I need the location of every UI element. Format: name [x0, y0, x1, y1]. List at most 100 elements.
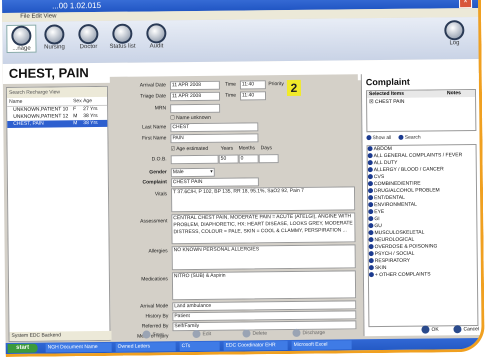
assessment-field[interactable]: CENTRAL CHEST PAIN, MODERATE PAIN = ACUT…: [171, 212, 356, 245]
bullet-icon: [368, 195, 374, 201]
cancel-button[interactable]: Cancel: [453, 325, 480, 334]
delete-icon: [242, 329, 251, 338]
complaint-item-label: ABDOM: [373, 145, 392, 153]
mrn-field[interactable]: [170, 103, 221, 114]
taskbar-item[interactable]: NGH Document Name: [45, 342, 112, 353]
days-field[interactable]: [258, 154, 279, 164]
triage-date-field[interactable]: 11 APR 2008: [169, 91, 221, 102]
complaint-item[interactable]: + OTHER COMPLAINTS: [368, 271, 477, 279]
selected-item[interactable]: ☒ CHEST PAIN: [367, 97, 475, 106]
delete-button[interactable]: Delete: [242, 329, 267, 338]
age-estimated-checkbox[interactable]: ☑ Age estimated: [171, 146, 209, 152]
status-list-label: Status list: [109, 43, 136, 50]
first-name-field[interactable]: PAIN: [170, 133, 259, 144]
bullet-icon: [368, 258, 374, 264]
selected-items-label: Selected Items: [368, 90, 405, 98]
triage-icon: [11, 25, 32, 46]
discharge-icon: [292, 328, 301, 337]
complaint-label: Complaint: [142, 179, 167, 186]
mrn-label: MRN: [154, 105, 167, 112]
show-all-label[interactable]: Show all: [372, 135, 391, 141]
complaint-item-label: PSYCH / SOCIAL: [374, 250, 415, 258]
nursing-label: Nursing: [44, 44, 65, 51]
bullet-icon: [367, 188, 374, 194]
dob-field[interactable]: [170, 154, 219, 165]
close-icon[interactable]: ×: [458, 0, 473, 9]
taskbar-item[interactable]: Owned Letters: [115, 342, 176, 352]
complaint-item-label: ALLERGY / BLOOD / CANCER: [373, 166, 444, 174]
bullet-icon: [368, 230, 374, 236]
arrival-date-field[interactable]: 11 APR 2008: [169, 80, 220, 91]
main-toolbar: ...nage Nursing Doctor Status list Audit…: [2, 17, 479, 64]
search-icon[interactable]: [398, 134, 404, 141]
bullet-icon: [368, 251, 374, 257]
priority-badge[interactable]: 2: [286, 79, 302, 97]
header-name[interactable]: Name: [9, 97, 73, 106]
taskbar-item[interactable]: CTs: [179, 341, 220, 352]
complaint-item-label: CVS: [373, 174, 385, 181]
audit-button[interactable]: Audit: [142, 23, 170, 49]
start-button[interactable]: start: [7, 343, 38, 353]
triage-date-label: Triage Date: [140, 93, 167, 100]
gender-select[interactable]: Male ▾: [170, 167, 215, 178]
complaint-filter: Show all Search: [366, 133, 474, 143]
window-title: ...00 1.02.015: [52, 0, 102, 11]
discharge-button[interactable]: Discharge: [292, 328, 326, 337]
triage-button[interactable]: ...nage: [6, 24, 37, 53]
complaint-item-label: ENVIRONMENTAL: [374, 201, 417, 209]
complaint-item-label: OVERDOSE & POISONING: [374, 243, 438, 251]
patient-row-selected[interactable]: CHEST, PAIN M 38 Yrs: [7, 119, 108, 128]
complaint-item-label: MUSCULOSKELETAL: [374, 229, 425, 237]
months-label: Months: [238, 145, 256, 152]
complaint-item-label: NEUROLOGICAL: [374, 236, 415, 244]
bullet-icon: [368, 272, 374, 278]
bullet-icon: [368, 244, 374, 250]
vitals-field[interactable]: T 37.6C/H, P 102, BP 135, RR 18, 95.1%, …: [170, 186, 356, 213]
discharge-label: Discharge: [302, 329, 326, 337]
allergies-label: Allergies: [148, 248, 168, 255]
name-unknown-checkbox[interactable]: ☐ Name unknown: [170, 115, 211, 121]
years-label: Years: [220, 145, 234, 152]
edit-button[interactable]: Edit: [192, 329, 212, 339]
header-age[interactable]: Age: [83, 98, 92, 104]
header-sex[interactable]: Sex: [73, 97, 83, 105]
triage-time-field[interactable]: 11:40: [239, 91, 267, 101]
complaint-field[interactable]: CHEST PAIN: [170, 177, 259, 188]
logout-button[interactable]: Log: [440, 20, 468, 46]
years-field[interactable]: 50: [218, 154, 239, 164]
cancel-label: Cancel: [463, 326, 480, 333]
last-name-field[interactable]: CHEST: [170, 122, 259, 133]
bullet-icon: [367, 181, 373, 187]
search-label[interactable]: Search: [405, 135, 421, 141]
status-bar: System EDC Backend: [9, 330, 112, 341]
logout-label: Log: [449, 40, 460, 47]
arrival-time-field[interactable]: 11:40: [239, 80, 266, 90]
months-field[interactable]: 0: [238, 154, 259, 164]
taskbar-item[interactable]: Microsoft Excel: [291, 340, 352, 350]
ok-icon: [421, 325, 430, 334]
triage-time-label: Time: [225, 92, 237, 99]
logout-icon: [444, 20, 465, 41]
bullet-icon: [367, 160, 373, 166]
bullet-icon: [367, 174, 373, 180]
complaint-item-label: SKIN: [374, 264, 387, 272]
save-button[interactable]: Save: [142, 330, 164, 339]
bullet-icon: [367, 153, 373, 159]
bullet-icon: [367, 167, 373, 173]
status-list-button[interactable]: Status list: [108, 23, 136, 50]
taskbar-item[interactable]: EDC Coordinator EHR: [223, 341, 288, 351]
ok-button[interactable]: OK: [421, 325, 439, 334]
complaint-item[interactable]: ALL GENERAL COMPLAINTS / FEVER: [367, 152, 476, 160]
allergies-field[interactable]: NO KNOWN PERSONAL ALLERGIES: [171, 244, 356, 271]
complaint-list: ABDOM ALL GENERAL COMPLAINTS / FEVER ALL D…: [366, 144, 479, 328]
patient-list-panel: Search Recharge View Name SexAge UNKNOWN,…: [5, 85, 112, 342]
edit-label: Edit: [202, 331, 212, 338]
nursing-button[interactable]: Nursing: [40, 24, 68, 51]
complaint-item-label: DRUG/ALCOHOL PROBLEM: [373, 187, 440, 195]
medications-field[interactable]: NITRO (SUB) & Aspirin: [171, 270, 357, 301]
triage-label: ...nage: [12, 45, 31, 52]
patient-sex: M: [73, 120, 78, 127]
show-all-icon[interactable]: [366, 135, 372, 141]
doctor-button[interactable]: Doctor: [74, 23, 102, 50]
audit-label: Audit: [149, 43, 164, 50]
